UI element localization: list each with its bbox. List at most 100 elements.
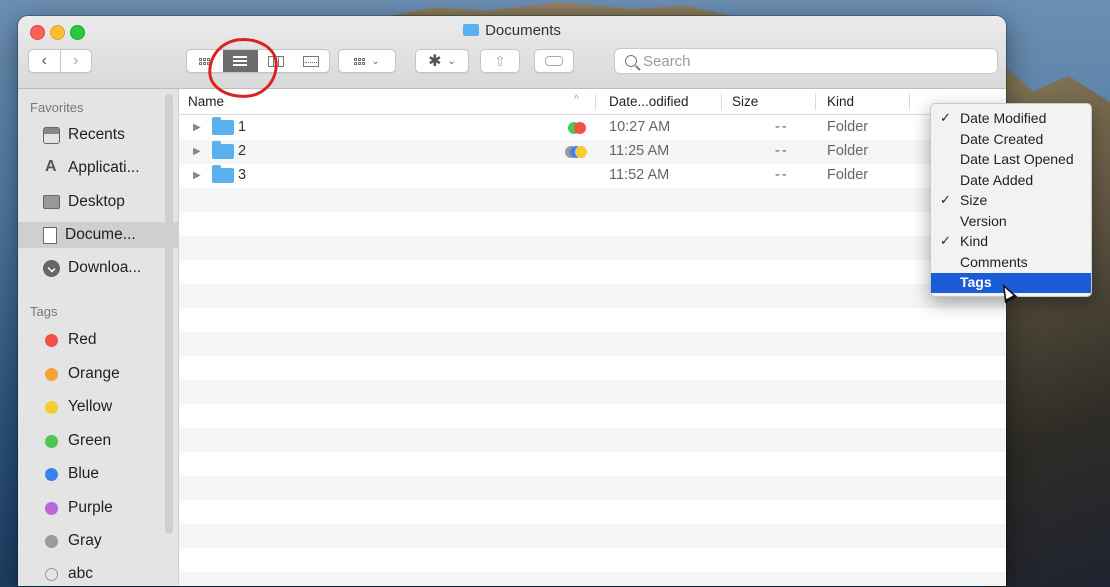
file-list: Name ^ Date...odified Size Kind ▶ 1 10:2… [179,89,1006,586]
menu-item-label: Tags [960,274,992,290]
menu-item-date-added[interactable]: Date Added [931,171,1091,191]
window-title: Documents [485,22,561,39]
tags-header: Tags [30,304,58,319]
yellow-tag-dot-icon [45,400,58,414]
menu-item-label: Comments [960,254,1028,270]
disclosure-triangle-icon[interactable]: ▶ [193,122,201,133]
purple-tag-dot-icon [45,501,58,515]
list-view-button[interactable] [222,50,258,72]
file-kind: Folder [827,167,869,183]
tag-icon [545,56,563,66]
search-icon [625,55,637,67]
sidebar-item-documents[interactable]: Docume... [18,222,178,248]
sidebar-item-label: Desktop [68,193,125,210]
edit-tags-button[interactable] [534,49,574,73]
menu-item-label: Kind [960,233,989,249]
documents-folder-icon [463,24,480,36]
column-header-date-modified[interactable]: Date...odified [609,94,689,109]
sidebar-tag-abc[interactable]: abc [18,561,178,586]
downloads-icon [43,259,60,277]
sidebar-item-label: Gray [68,532,102,549]
search-field[interactable]: Search [614,48,998,74]
column-header-row: Name ^ Date...odified Size Kind [179,89,1006,115]
gear-icon: ✱ [428,53,442,70]
menu-item-label: Date Created [960,131,1044,147]
gallery-view-icon [303,55,320,67]
sidebar-item-label: Green [68,432,112,449]
gallery-view-button[interactable] [294,50,330,72]
toolbar: Documents ‹ › ⌄ ✱ ⌄ ⇧ Search [18,16,1006,89]
column-header-name[interactable]: Name [188,94,224,109]
menu-item-kind[interactable]: ✓ Kind [931,232,1091,252]
chevron-down-icon: ⌄ [371,55,380,67]
sidebar-item-label: abc [68,565,93,582]
file-name: 1 [238,119,247,135]
file-kind: Folder [827,119,869,135]
back-button[interactable]: ‹ [29,52,60,70]
applications-icon [43,158,60,177]
menu-item-label: Size [960,192,988,208]
empty-row [179,524,1006,548]
chevron-down-icon: ⌄ [447,55,456,67]
menu-item-date-created[interactable]: Date Created [931,130,1091,150]
empty-row [179,428,1006,452]
column-header-kind[interactable]: Kind [827,94,854,109]
empty-row [179,188,1006,212]
menu-item-date-modified[interactable]: ✓ Date Modified [931,109,1091,129]
orange-tag-dot-icon [45,367,58,381]
menu-item-comments[interactable]: Comments [931,253,1091,273]
checkmark-icon: ✓ [940,192,951,207]
blue-tag-dot-icon [45,467,58,481]
sidebar-item-recents[interactable]: Recents [18,122,178,148]
table-row[interactable]: ▶ 2 11:25 AM -- Folder [179,140,1006,164]
sidebar: Favorites Recents Applicati... Desktop D… [18,89,179,586]
sidebar-tag-green[interactable]: Green [18,428,178,454]
menu-item-size[interactable]: ✓ Size [931,191,1091,211]
sidebar-tag-blue[interactable]: Blue [18,461,178,487]
date-modified: 11:52 AM [609,167,670,183]
share-icon: ⇧ [494,52,506,69]
green-tag-dot-icon [45,434,58,448]
menu-item-version[interactable]: Version [931,212,1091,232]
file-name: 2 [238,143,247,159]
sidebar-item-applications[interactable]: Applicati... [18,155,178,181]
sidebar-tag-yellow[interactable]: Yellow [18,394,178,420]
folder-icon [212,165,234,183]
folder-icon [212,117,234,135]
sidebar-item-desktop[interactable]: Desktop [18,189,178,215]
tag-dots [565,122,595,134]
sidebar-tag-purple[interactable]: Purple [18,495,178,521]
sidebar-tag-red[interactable]: Red [18,327,178,353]
disclosure-triangle-icon[interactable]: ▶ [193,146,201,157]
navigation-buttons: ‹ › [28,49,92,73]
table-row[interactable]: ▶ 1 10:27 AM -- Folder [179,116,1006,140]
empty-row [179,476,1006,500]
file-name: 3 [238,167,247,183]
menu-item-date-last-opened[interactable]: Date Last Opened [931,150,1091,170]
sidebar-item-downloads[interactable]: Downloa... [18,255,178,281]
tag-dots [565,146,595,158]
sidebar-tag-orange[interactable]: Orange [18,361,178,387]
action-menu-button[interactable]: ✱ ⌄ [415,49,469,73]
date-modified: 10:27 AM [609,119,671,135]
group-by-button[interactable]: ⌄ [338,49,396,73]
share-button[interactable]: ⇧ [480,49,520,73]
group-grid-icon [354,57,366,65]
documents-icon [43,226,57,244]
empty-row [179,332,1006,356]
sidebar-tag-gray[interactable]: Gray [18,528,178,554]
column-view-button[interactable] [258,50,294,72]
sidebar-scrollbar[interactable] [165,94,173,534]
list-view-icon [233,55,248,67]
sidebar-item-label: Docume... [65,226,136,243]
column-header-size[interactable]: Size [732,94,758,109]
checkmark-icon: ✓ [940,110,951,125]
icon-view-button[interactable] [187,50,223,72]
disclosure-triangle-icon[interactable]: ▶ [193,170,201,181]
forward-button[interactable]: › [61,52,92,70]
sidebar-item-label: Orange [68,365,120,382]
finder-window: Documents ‹ › ⌄ ✱ ⌄ ⇧ Search Favorites R… [18,16,1006,586]
table-row[interactable]: ▶ 3 11:52 AM -- Folder [179,164,1006,188]
empty-row [179,572,1006,586]
file-size: -- [775,167,789,183]
